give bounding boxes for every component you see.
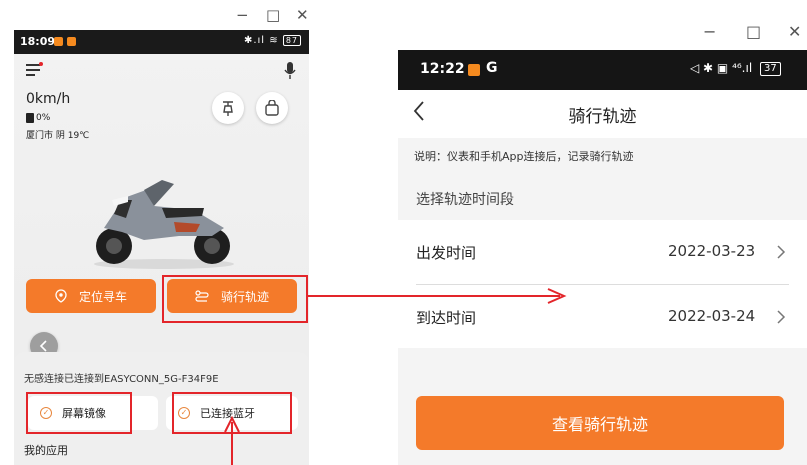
annotation-arrows	[224, 288, 567, 465]
